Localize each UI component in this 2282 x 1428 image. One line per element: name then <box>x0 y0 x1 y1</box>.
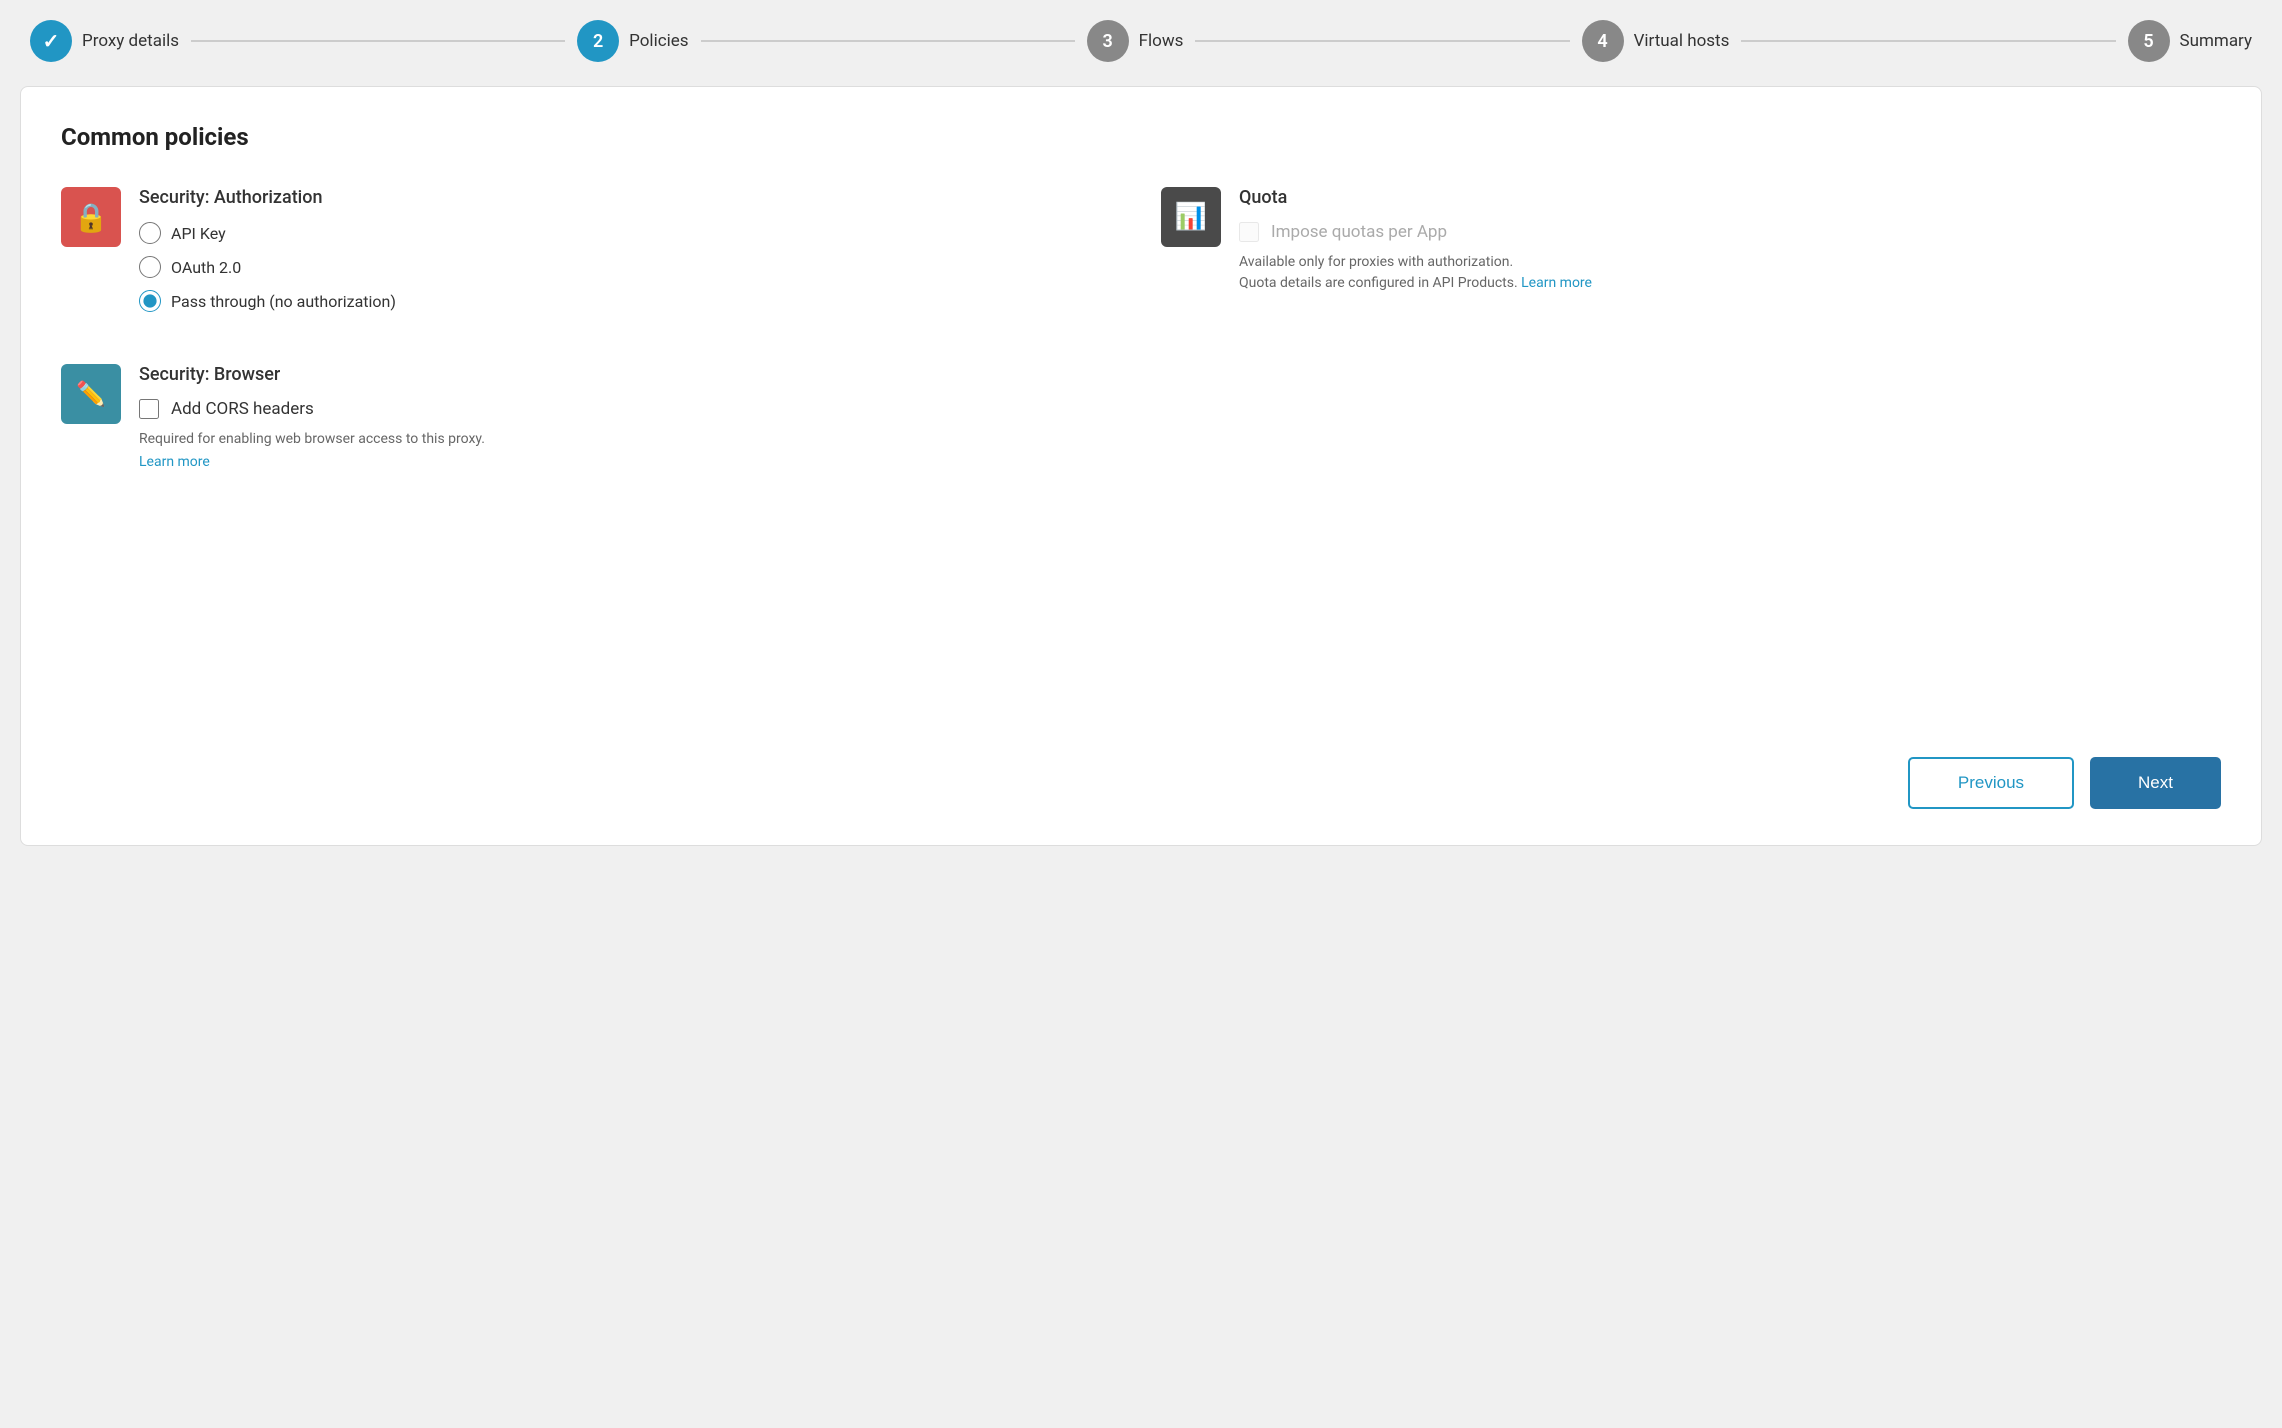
step-policies: 2 Policies <box>577 20 688 62</box>
step-connector-3 <box>1195 40 1569 42</box>
step-connector-2 <box>701 40 1075 42</box>
security-auth-icon: 🔒 <box>61 187 121 247</box>
pass-through-label: Pass through (no authorization) <box>171 292 396 311</box>
bottom-policy-row: ✏️ Security: Browser Add CORS headers Re… <box>61 364 2221 470</box>
security-browser-section: ✏️ Security: Browser Add CORS headers Re… <box>61 364 2221 470</box>
step-circle-virtual-hosts: 4 <box>1582 20 1624 62</box>
chart-icon: 📊 <box>1175 202 1207 232</box>
step-label-proxy-details: Proxy details <box>82 31 179 51</box>
top-policy-row: 🔒 Security: Authorization API Key OAuth … <box>61 187 2221 324</box>
step-number-policies: 2 <box>593 31 603 52</box>
cors-description: Required for enabling web browser access… <box>139 429 2221 450</box>
step-circle-flows: 3 <box>1087 20 1129 62</box>
step-summary: 5 Summary <box>2128 20 2252 62</box>
cors-checkbox-option[interactable]: Add CORS headers <box>139 399 2221 419</box>
top-policies-grid: 🔒 Security: Authorization API Key OAuth … <box>61 187 2221 324</box>
pass-through-option[interactable]: Pass through (no authorization) <box>139 290 1121 312</box>
cors-checkbox-label: Add CORS headers <box>171 399 314 419</box>
cors-learn-more-link[interactable]: Learn more <box>139 454 2221 470</box>
step-label-policies: Policies <box>629 31 688 51</box>
step-proxy-details: ✓ Proxy details <box>30 20 179 62</box>
lock-icon: 🔒 <box>74 201 109 234</box>
security-auth-title: Security: Authorization <box>139 187 1121 208</box>
pass-through-radio[interactable] <box>139 290 161 312</box>
check-icon: ✓ <box>43 29 60 53</box>
quota-checkbox-option[interactable]: Impose quotas per App <box>1239 222 2221 242</box>
step-number-summary: 5 <box>2143 31 2153 52</box>
step-number-flows: 3 <box>1103 31 1113 52</box>
step-connector-4 <box>1741 40 2115 42</box>
security-auth-section: 🔒 Security: Authorization API Key OAuth … <box>61 187 1121 324</box>
stepper: ✓ Proxy details 2 Policies 3 Flows 4 Vir… <box>20 20 2262 62</box>
previous-button[interactable]: Previous <box>1908 757 2074 809</box>
api-key-label: API Key <box>171 224 226 243</box>
pen-icon: ✏️ <box>76 380 106 408</box>
card-title: Common policies <box>61 123 2221 151</box>
security-browser-content: Security: Browser Add CORS headers Requi… <box>139 364 2221 470</box>
step-circle-summary: 5 <box>2128 20 2170 62</box>
quota-title: Quota <box>1239 187 2221 208</box>
quota-content: Quota Impose quotas per App Available on… <box>1239 187 2221 324</box>
security-auth-content: Security: Authorization API Key OAuth 2.… <box>139 187 1121 324</box>
cors-checkbox[interactable] <box>139 399 159 419</box>
oauth-label: OAuth 2.0 <box>171 258 241 277</box>
main-card: Common policies 🔒 Security: Authorizatio… <box>20 86 2262 846</box>
step-circle-proxy-details: ✓ <box>30 20 72 62</box>
security-browser-title: Security: Browser <box>139 364 2221 385</box>
step-label-summary: Summary <box>2180 31 2252 51</box>
step-number-virtual-hosts: 4 <box>1597 31 1607 52</box>
quota-description: Available only for proxies with authoriz… <box>1239 252 2221 294</box>
security-browser-icon: ✏️ <box>61 364 121 424</box>
quota-checkbox[interactable] <box>1239 222 1259 242</box>
step-label-virtual-hosts: Virtual hosts <box>1634 31 1730 51</box>
step-flows: 3 Flows <box>1087 20 1184 62</box>
next-button[interactable]: Next <box>2090 757 2221 809</box>
oauth-option[interactable]: OAuth 2.0 <box>139 256 1121 278</box>
step-connector-1 <box>191 40 565 42</box>
quota-learn-more-link[interactable]: Learn more <box>1521 275 1592 291</box>
quota-checkbox-label: Impose quotas per App <box>1271 222 1447 242</box>
quota-icon: 📊 <box>1161 187 1221 247</box>
step-virtual-hosts: 4 Virtual hosts <box>1582 20 1730 62</box>
card-footer: Previous Next <box>1908 757 2221 809</box>
step-label-flows: Flows <box>1139 31 1184 51</box>
step-circle-policies: 2 <box>577 20 619 62</box>
api-key-radio[interactable] <box>139 222 161 244</box>
oauth-radio[interactable] <box>139 256 161 278</box>
api-key-option[interactable]: API Key <box>139 222 1121 244</box>
quota-section: 📊 Quota Impose quotas per App Available … <box>1161 187 2221 324</box>
